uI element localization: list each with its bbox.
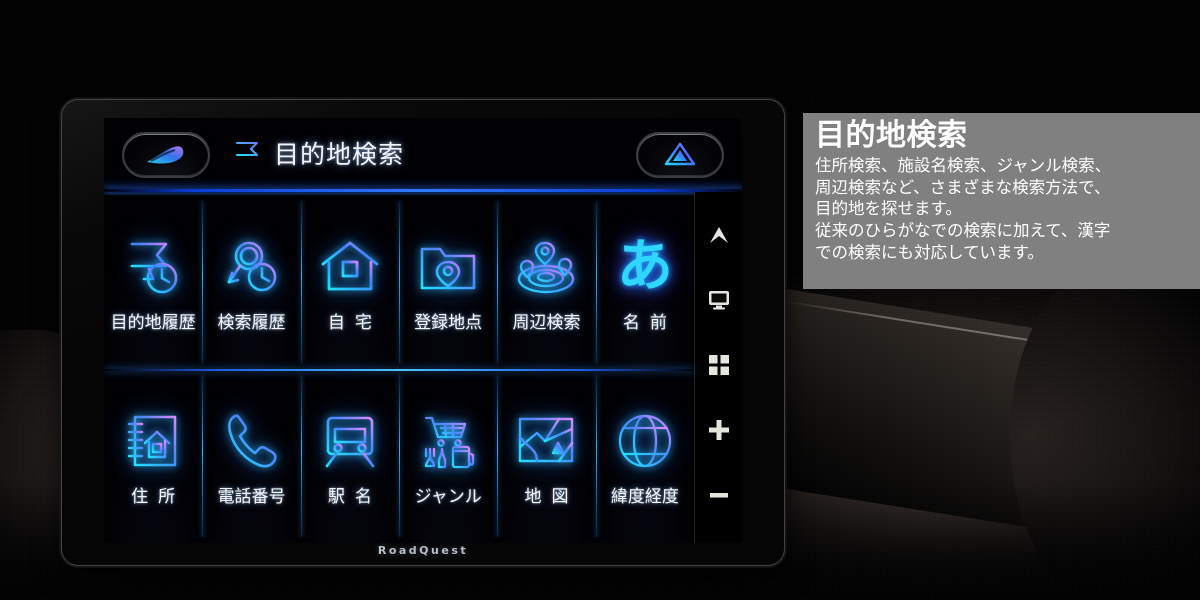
tile-nearby[interactable]: 周辺検索 [497,195,596,369]
tile-label: ジャンル [414,486,482,507]
tile-label: 住所 [131,486,186,507]
rail-apps-button[interactable] [707,353,731,377]
tile-label: 名前 [622,312,677,333]
tile-label: 電話番号 [217,486,286,507]
head-unit-bezel: 目的地検索 目的地履歴 検索履歴 自宅 登録地点 周辺検索 あ 名前 住所 電話… [62,100,784,565]
tile-genre[interactable]: ジャンル [399,369,498,543]
kana-a-glyph: あ [616,233,673,299]
info-panel: 目的地検索 住所検索、施設名検索、ジャンル検索、 周辺検索など、さまざまな検索方… [803,113,1200,289]
radar-pins-icon [510,232,582,302]
magnifier-clock-icon [215,232,287,302]
rail-up-button[interactable] [707,223,731,247]
back-button[interactable] [122,132,210,178]
globe-icon [609,406,681,476]
device-brand-label: RoadQuest [377,544,469,557]
flag-clock-icon [117,232,189,302]
tile-dest-history[interactable]: 目的地履歴 [104,195,203,369]
flag-icon [230,138,264,172]
folder-pin-icon [412,232,484,302]
notebook-house-icon [117,406,189,476]
navigation-screen: 目的地検索 目的地履歴 検索履歴 自宅 登録地点 周辺検索 あ 名前 住所 電話… [104,118,742,543]
info-line: での検索にも対応しています。 [815,243,1044,263]
plus-icon [708,419,729,440]
phone-icon [215,406,287,476]
side-rail [694,192,742,543]
tile-saved-points[interactable]: 登録地点 [399,195,498,369]
tile-label: 周辺検索 [512,312,581,333]
rail-zoom-out-button[interactable] [707,483,731,507]
info-line: 住所検索、施設名検索、ジャンル検索、 [815,155,1112,175]
info-panel-title: 目的地検索 [815,118,968,153]
tile-address[interactable]: 住所 [104,369,203,543]
tile-label: 緯度経度 [610,486,679,507]
monitor-icon [708,290,729,309]
kana-a-icon: あ [609,232,681,302]
tile-label: 駅名 [327,486,382,507]
home-triangle-icon [664,142,696,166]
info-panel-body: 住所検索、施設名検索、ジャンル検索、 周辺検索など、さまざまな検索方法で、 目的… [815,155,1190,265]
destination-search-grid: 目的地履歴 検索履歴 自宅 登録地点 周辺検索 あ 名前 住所 電話番号 駅名 … [104,195,694,543]
info-line: 目的地を探せます。 [815,199,962,219]
grid-icon [708,354,729,375]
screen-header: 目的地検索 [104,118,742,192]
info-line: 従来のひらがなでの検索に加えて、漢字 [815,221,1111,241]
minus-icon [709,492,728,497]
tile-label: 自宅 [327,312,382,333]
tile-label: 目的地履歴 [110,312,196,333]
tile-map[interactable]: 地図 [497,369,596,543]
tile-name[interactable]: あ 名前 [595,195,694,369]
page-title: 目的地検索 [274,140,405,169]
train-icon [314,406,386,476]
tile-station[interactable]: 駅名 [300,369,399,543]
house-icon [314,232,386,302]
tile-search-history[interactable]: 検索履歴 [202,195,301,369]
tile-coordinates[interactable]: 緯度経度 [595,369,694,543]
up-chevron-icon [709,226,728,243]
back-arrow-icon [147,146,184,164]
home-button[interactable] [636,132,724,178]
rail-zoom-in-button[interactable] [707,418,731,442]
screenshot-root: 目的地検索 目的地履歴 検索履歴 自宅 登録地点 周辺検索 あ 名前 住所 電話… [0,0,1200,600]
map-icon [510,406,582,476]
cart-fork-fuel-icon [412,406,484,476]
info-line: 周辺検索など、さまざまな検索方法で、 [815,177,1111,197]
header-divider [104,189,742,192]
rail-display-button[interactable] [707,288,731,312]
tile-home[interactable]: 自宅 [300,195,399,369]
tile-label: 検索履歴 [217,312,286,333]
tile-label: 地図 [524,486,579,507]
tile-phone[interactable]: 電話番号 [202,369,301,543]
tile-label: 登録地点 [414,312,483,333]
